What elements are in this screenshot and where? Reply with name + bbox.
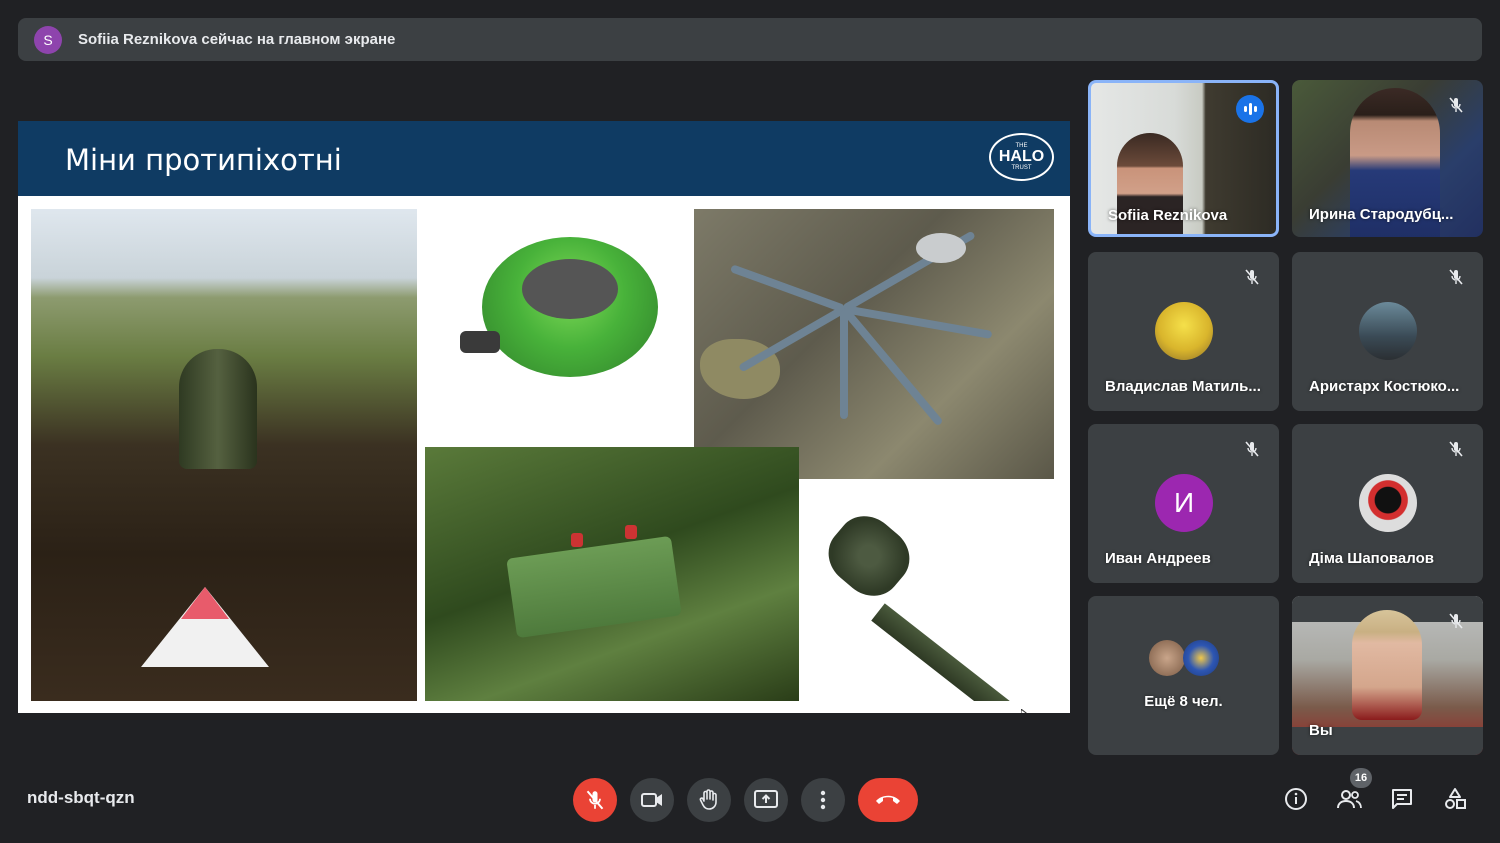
participant-name: Владислав Матиль...: [1105, 378, 1261, 395]
participant-avatar: [1359, 474, 1417, 532]
mic-off-icon: [586, 790, 604, 810]
mic-off-icon: [1241, 266, 1263, 288]
mic-off-icon: [1241, 438, 1263, 460]
activities-button[interactable]: [1440, 784, 1470, 814]
shared-screen: Міни протипіхотні THE HALO TRUST: [18, 121, 1070, 713]
logo-main-text: HALO: [998, 148, 1045, 165]
participant-tile-you[interactable]: Вы: [1292, 596, 1483, 755]
leave-call-button[interactable]: [858, 778, 918, 822]
more-avatar-1: [1149, 640, 1185, 676]
participant-avatar: [1155, 302, 1213, 360]
participant-tile-irina[interactable]: Ирина Стародубц...: [1292, 80, 1483, 237]
meeting-code: ndd-sbqt-qzn: [27, 788, 135, 807]
present-screen-button[interactable]: [744, 778, 788, 822]
people-icon: [1337, 790, 1362, 809]
participant-name: Вы: [1309, 722, 1333, 739]
photo-tripwire-mine: [694, 209, 1054, 479]
hang-up-icon: [876, 795, 900, 804]
more-vert-icon: [820, 790, 826, 810]
participant-avatar: [1359, 302, 1417, 360]
meeting-details-button[interactable]: [1281, 784, 1311, 814]
participant-tile-sofiia[interactable]: Sofiia Reznikova: [1088, 80, 1279, 237]
participant-avatar: И: [1155, 474, 1213, 532]
more-options-button[interactable]: [801, 778, 845, 822]
slide-title: Міни протипіхотні: [65, 143, 342, 177]
photo-stake-mine: [808, 501, 1054, 701]
toggle-mic-button[interactable]: [573, 778, 617, 822]
presenter-avatar: S: [34, 25, 62, 54]
mic-off-icon: [1445, 266, 1467, 288]
present-icon: [754, 790, 778, 808]
participant-name: Sofiia Reznikova: [1108, 207, 1228, 224]
presenting-banner: S Sofiia Reznikova сейчас на главном экр…: [18, 18, 1482, 61]
chat-icon: [1392, 789, 1412, 809]
mouse-cursor-icon: [1020, 707, 1031, 713]
presenting-banner-text: Sofiia Reznikova сейчас на главном экран…: [78, 31, 396, 48]
participants-button[interactable]: [1334, 784, 1364, 814]
chat-button[interactable]: [1387, 784, 1417, 814]
activities-icon: [1445, 788, 1466, 809]
info-icon: [1285, 788, 1307, 810]
toggle-camera-button[interactable]: [630, 778, 674, 822]
speaking-indicator-icon: [1236, 95, 1264, 123]
participant-name: Діма Шаповалов: [1309, 550, 1434, 567]
more-participants-label: Ещё 8 чел.: [1144, 693, 1223, 710]
photo-green-round-mine: [454, 221, 660, 381]
more-avatar-2: [1183, 640, 1219, 676]
mic-off-icon: [1445, 610, 1467, 632]
participant-name: Аристарх Костюко...: [1309, 378, 1460, 395]
participant-name: Иван Андреев: [1105, 550, 1211, 567]
photo-directional-mine: [425, 447, 799, 701]
hand-icon: [699, 789, 717, 810]
participant-tile-dima[interactable]: Діма Шаповалов: [1292, 424, 1483, 583]
participant-tile-arystarkh[interactable]: Аристарх Костюко...: [1292, 252, 1483, 411]
camera-icon: [641, 793, 662, 807]
participant-tile-vladyslav[interactable]: Владислав Матиль...: [1088, 252, 1279, 411]
participants-count-badge: 16: [1350, 768, 1372, 788]
participant-tile-ivan[interactable]: И Иван Андреев: [1088, 424, 1279, 583]
participant-name: Ирина Стародубц...: [1309, 206, 1454, 223]
photo-buried-mine: [31, 209, 417, 701]
halo-trust-logo: THE HALO TRUST: [989, 133, 1054, 181]
logo-bottom-text: TRUST: [1011, 165, 1032, 171]
participant-tile-more[interactable]: Ещё 8 чел.: [1088, 596, 1279, 755]
mic-off-icon: [1445, 438, 1467, 460]
raise-hand-button[interactable]: [687, 778, 731, 822]
mic-off-icon: [1445, 94, 1467, 116]
